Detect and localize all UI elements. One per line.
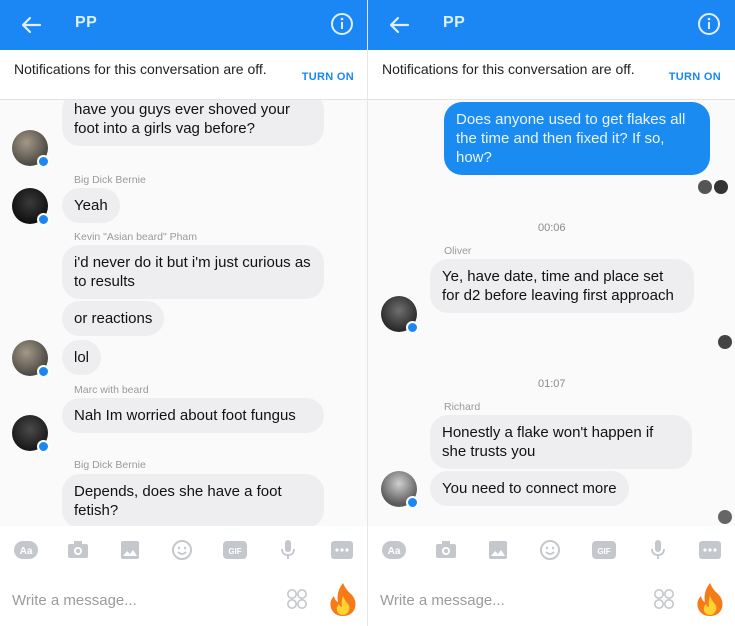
info-icon[interactable]: [697, 12, 721, 36]
sender-name: Marc with beard: [74, 384, 149, 396]
turn-on-button[interactable]: TURN ON: [302, 71, 354, 83]
message-input[interactable]: Write a message...: [380, 592, 505, 609]
quick-emoji-grid-icon[interactable]: [286, 588, 308, 610]
notification-text: Notifications for this conversation are …: [14, 61, 267, 77]
emoji-icon[interactable]: [538, 539, 562, 561]
camera-icon[interactable]: [66, 539, 90, 561]
screenshot-stage: PP Notifications for this conversation a…: [0, 0, 735, 626]
seen-avatar: [698, 180, 712, 194]
notification-banner: Notifications for this conversation are …: [368, 50, 735, 100]
conversation-title[interactable]: PP: [75, 14, 97, 32]
my-message-bubble[interactable]: Does anyone used to get flakes all the t…: [444, 102, 710, 175]
message-bubble[interactable]: i'd never do it but i'm just curious as …: [62, 245, 324, 299]
avatar[interactable]: [12, 130, 50, 168]
notification-text: Notifications for this conversation are …: [382, 61, 635, 77]
app-header: PP: [0, 0, 368, 50]
back-arrow-icon[interactable]: [20, 14, 42, 36]
sender-name: Oliver: [444, 245, 472, 257]
more-icon[interactable]: [330, 539, 354, 561]
microphone-icon[interactable]: [646, 539, 670, 561]
back-arrow-icon[interactable]: [388, 14, 410, 36]
message-bubble[interactable]: Depends, does she have a foot fetish?: [62, 474, 324, 526]
gif-label: GIF: [597, 547, 610, 556]
message-bubble[interactable]: You need to connect more: [430, 471, 629, 506]
message-composer[interactable]: Write a message...: [368, 574, 735, 626]
avatar[interactable]: [12, 340, 50, 378]
aa-label: Aa: [20, 546, 33, 557]
image-icon[interactable]: [486, 539, 510, 561]
messenger-badge-icon: [37, 365, 50, 378]
sender-name: Richard: [444, 401, 481, 413]
sender-name: Big Dick Bernie: [74, 459, 146, 471]
conversation-title[interactable]: PP: [443, 14, 465, 32]
avatar[interactable]: [381, 296, 419, 334]
seen-avatar: [718, 335, 732, 349]
avatar[interactable]: [12, 415, 50, 453]
messenger-badge-icon: [406, 496, 419, 509]
fire-emoji-icon[interactable]: [695, 581, 725, 617]
seen-avatar: [718, 510, 732, 524]
quick-emoji-grid-icon[interactable]: [653, 588, 675, 610]
aa-icon[interactable]: Aa: [14, 539, 38, 561]
composer-toolbar: Aa GIF: [0, 526, 368, 574]
app-header: PP: [368, 0, 735, 50]
messenger-badge-icon: [37, 155, 50, 168]
seen-avatar: [714, 180, 728, 194]
image-icon[interactable]: [118, 539, 142, 561]
message-bubble[interactable]: Ye, have date, time and place set for d2…: [430, 259, 694, 313]
fire-emoji-icon[interactable]: [328, 581, 358, 617]
more-icon[interactable]: [698, 539, 722, 561]
message-bubble[interactable]: Nah Im worried about foot fungus: [62, 398, 324, 433]
messenger-badge-icon: [406, 321, 419, 334]
conversation-panel-left: PP Notifications for this conversation a…: [0, 0, 368, 626]
message-list[interactable]: Does anyone used to get flakes all the t…: [368, 100, 735, 526]
message-composer[interactable]: Write a message...: [0, 574, 368, 626]
composer-toolbar: Aa GIF: [368, 526, 735, 574]
turn-on-button[interactable]: TURN ON: [669, 71, 721, 83]
timestamp: 00:06: [538, 222, 566, 234]
sender-name: Kevin "Asian beard" Pham: [74, 231, 198, 243]
message-input[interactable]: Write a message...: [12, 592, 137, 609]
gif-icon[interactable]: GIF: [592, 539, 616, 561]
avatar[interactable]: [12, 188, 50, 226]
avatar[interactable]: [381, 471, 419, 509]
gif-label: GIF: [228, 547, 241, 556]
sender-name: Big Dick Bernie: [74, 174, 146, 186]
camera-icon[interactable]: [434, 539, 458, 561]
microphone-icon[interactable]: [276, 539, 300, 561]
message-bubble[interactable]: lol: [62, 340, 102, 375]
info-icon[interactable]: [330, 12, 354, 36]
timestamp: 01:07: [538, 378, 566, 390]
message-bubble[interactable]: Yeah: [62, 188, 120, 223]
message-bubble[interactable]: Honestly a flake won't happen if she tru…: [430, 415, 692, 469]
gif-icon[interactable]: GIF: [223, 539, 247, 561]
aa-icon[interactable]: Aa: [382, 539, 406, 561]
messenger-badge-icon: [37, 440, 50, 453]
messenger-badge-icon: [37, 213, 50, 226]
aa-label: Aa: [388, 546, 401, 557]
message-bubble[interactable]: or reactions: [62, 301, 165, 336]
notification-banner: Notifications for this conversation are …: [0, 50, 368, 100]
emoji-icon[interactable]: [170, 539, 194, 561]
conversation-panel-right: PP Notifications for this conversation a…: [367, 0, 735, 626]
message-list[interactable]: have you guys ever shoved your foot into…: [0, 100, 368, 526]
message-bubble[interactable]: have you guys ever shoved your foot into…: [62, 100, 324, 146]
